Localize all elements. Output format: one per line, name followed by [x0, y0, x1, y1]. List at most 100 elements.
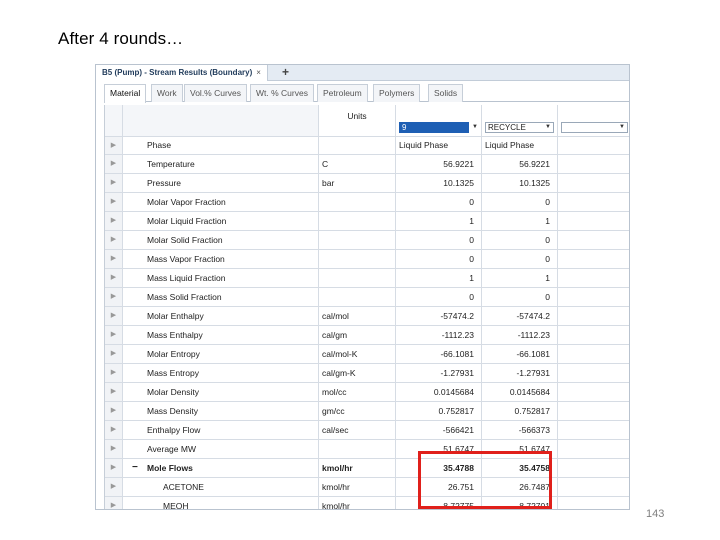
row-label: Phase [123, 137, 319, 155]
row-units: kmol/hr [319, 459, 396, 478]
chevron-down-icon[interactable]: ▼ [472, 122, 478, 133]
row-selector[interactable]: ▶ [105, 269, 123, 288]
row-units: bar [319, 174, 396, 193]
row-selector[interactable]: ▶ [105, 155, 123, 174]
plus-icon[interactable]: + [282, 65, 289, 80]
row-units: mol/cc [319, 383, 396, 402]
row-selector[interactable]: ▶ [105, 288, 123, 307]
row-value-col1: -57474.2 [396, 307, 482, 326]
row-units [319, 440, 396, 459]
tab-polymers[interactable]: Polymers [373, 84, 421, 102]
row-units: cal/mol-K [319, 345, 396, 364]
stream-select-col2[interactable]: RECYCLE ▼ [485, 122, 554, 133]
row-label: Mass Density [123, 402, 319, 421]
row-label: Molar Solid Fraction [123, 231, 319, 250]
row-selector[interactable]: ▶ [105, 364, 123, 383]
row-value-col3 [558, 478, 629, 497]
table-row: ▶ Mass Solid Fraction 0 0 [105, 288, 629, 307]
row-selector[interactable]: ▶ [105, 250, 123, 269]
row-value-col1: Liquid Phase [396, 137, 482, 155]
row-value-col2: 1 [482, 269, 558, 288]
row-value-col2: -57474.2 [482, 307, 558, 326]
row-value-col1: 10.1325 [396, 174, 482, 193]
table-row: ▶ Enthalpy Flow cal/sec -566421 -566373 [105, 421, 629, 440]
row-units [319, 250, 396, 269]
row-value-col1: 0 [396, 250, 482, 269]
row-value-col3 [558, 307, 629, 326]
table-row: ▶ Mass Entropy cal/gm-K -1.27931 -1.27931 [105, 364, 629, 383]
stream-select-col1[interactable]: 9 [399, 122, 469, 133]
row-value-col3 [558, 421, 629, 440]
collapse-icon[interactable]: − [132, 459, 138, 477]
row-selector[interactable]: ▶ [105, 326, 123, 345]
row-selector[interactable]: ▶ [105, 345, 123, 364]
table-row: ▶ Mass Vapor Fraction 0 0 [105, 250, 629, 269]
table-row: ▶ Molar Solid Fraction 0 0 [105, 231, 629, 250]
close-icon[interactable]: × [256, 68, 261, 77]
row-value-col3 [558, 174, 629, 193]
row-value-col3 [558, 402, 629, 421]
row-units: gm/cc [319, 402, 396, 421]
row-selector[interactable]: ▶ [105, 440, 123, 459]
tab-solids[interactable]: Solids [428, 84, 464, 102]
row-value-col2: 0 [482, 250, 558, 269]
tab-material[interactable]: Material [104, 84, 147, 103]
tab-work[interactable]: Work [151, 84, 183, 102]
stream-results-window: B5 (Pump) - Stream Results (Boundary) × +… [95, 64, 630, 510]
row-value-col3 [558, 193, 629, 212]
table-row: ▶ Temperature C 56.9221 56.9221 [105, 155, 629, 174]
row-units [319, 288, 396, 307]
row-selector[interactable] [105, 105, 123, 137]
row-label: Mass Solid Fraction [123, 288, 319, 307]
row-label: Enthalpy Flow [123, 421, 319, 440]
row-selector[interactable]: ▶ [105, 421, 123, 440]
row-selector[interactable]: ▶ [105, 174, 123, 193]
row-selector[interactable]: ▶ [105, 137, 123, 155]
table-row: ▶ Mass Liquid Fraction 1 1 [105, 269, 629, 288]
table-row: ▶ Mass Density gm/cc 0.752817 0.752817 [105, 402, 629, 421]
table-row: ▶ Mass Enthalpy cal/gm -1112.23 -1112.23 [105, 326, 629, 345]
chevron-down-icon[interactable]: ▼ [619, 123, 625, 132]
chevron-down-icon[interactable]: ▼ [545, 123, 551, 132]
header-col1: 9 ▼ [396, 105, 482, 137]
tab-petroleum[interactable]: Petroleum [317, 84, 368, 102]
slide-title: After 4 rounds… [58, 29, 184, 48]
row-value-col3 [558, 231, 629, 250]
row-selector[interactable]: ▶ [105, 478, 123, 497]
row-selector[interactable]: ▶ [105, 307, 123, 326]
row-value-col2: 56.9221 [482, 155, 558, 174]
header-col2: RECYCLE ▼ [482, 105, 558, 137]
tab-wt-curves[interactable]: Wt. % Curves [250, 84, 314, 102]
row-selector[interactable]: ▶ [105, 383, 123, 402]
row-label: Mass Enthalpy [123, 326, 319, 345]
table-row: ▶ Molar Enthalpy cal/mol -57474.2 -57474.2 [105, 307, 629, 326]
row-units [319, 231, 396, 250]
row-value-col1: -566421 [396, 421, 482, 440]
row-value-col3 [558, 364, 629, 383]
row-selector[interactable]: ▶ [105, 193, 123, 212]
table-row-phase: ▶ Phase Liquid Phase Liquid Phase [105, 137, 629, 156]
row-units [319, 269, 396, 288]
tab-vol-curves[interactable]: Vol.% Curves [184, 84, 248, 102]
row-value-col2: -566373 [482, 421, 558, 440]
row-units: cal/gm-K [319, 364, 396, 383]
row-value-col2: 10.1325 [482, 174, 558, 193]
row-selector[interactable]: ▶ [105, 459, 123, 478]
header-col3: ▼ [558, 105, 629, 137]
row-value-col2: -66.1081 [482, 345, 558, 364]
page-number: 143 [646, 508, 665, 520]
stream-select-col3[interactable]: ▼ [561, 122, 628, 133]
stream-results-tab-label: B5 (Pump) - Stream Results (Boundary) [102, 68, 253, 77]
row-units: kmol/hr [319, 497, 396, 509]
row-selector[interactable]: ▶ [105, 402, 123, 421]
row-selector[interactable]: ▶ [105, 497, 123, 509]
row-value-col3 [558, 250, 629, 269]
row-value-col3 [558, 459, 629, 478]
row-units [319, 137, 396, 155]
row-units: cal/sec [319, 421, 396, 440]
row-selector[interactable]: ▶ [105, 231, 123, 250]
table-row: ▶ Pressure bar 10.1325 10.1325 [105, 174, 629, 193]
stream-results-tab[interactable]: B5 (Pump) - Stream Results (Boundary) × [96, 65, 268, 81]
row-selector[interactable]: ▶ [105, 212, 123, 231]
row-label: Pressure [123, 174, 319, 193]
